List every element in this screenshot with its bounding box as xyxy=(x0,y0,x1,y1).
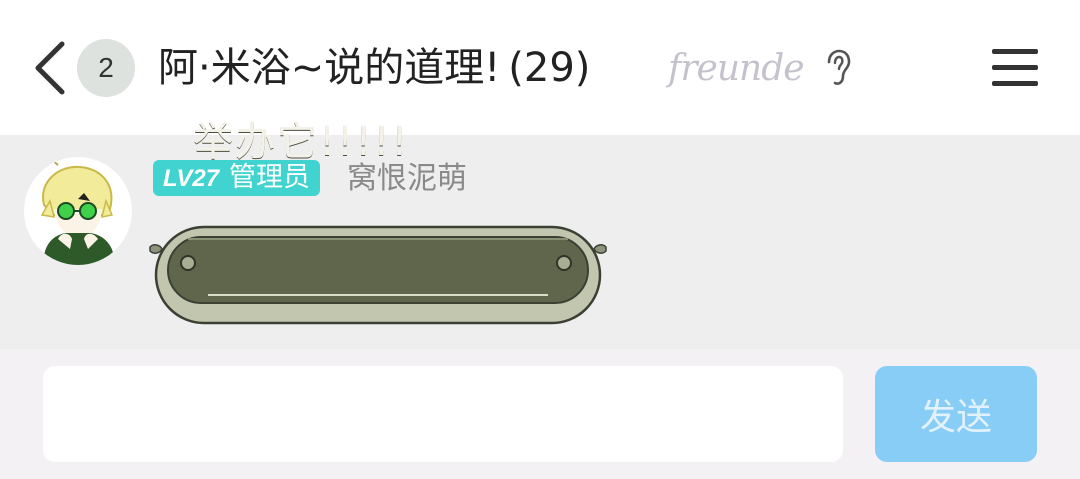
message-bubble[interactable] xyxy=(148,223,608,327)
send-button[interactable]: 发送 xyxy=(875,366,1037,462)
back-icon[interactable] xyxy=(30,38,70,98)
level-label: LV27 xyxy=(163,165,220,192)
ear-icon[interactable] xyxy=(822,48,854,88)
member-count: (29) xyxy=(508,45,591,91)
menu-icon[interactable] xyxy=(992,46,1038,88)
avatar-illustration xyxy=(40,157,115,265)
composer-bar: 发送 xyxy=(0,349,1080,479)
message-input[interactable] xyxy=(43,366,843,462)
avatar[interactable] xyxy=(24,157,132,265)
group-brand-logo: freunde xyxy=(668,48,805,89)
message-text: 举办它!!!!! xyxy=(193,119,410,165)
unread-count-badge[interactable]: 2 xyxy=(77,39,135,97)
chat-title: 阿·米浴~说的道理! (29) xyxy=(158,40,590,96)
group-name: 阿·米浴~说的道理! xyxy=(158,45,501,91)
chat-message-area[interactable]: LV27 管理员 窝恨泥萌 举办它!!!!! xyxy=(0,119,1080,349)
chat-header: 2 阿·米浴~说的道理! (29) freunde xyxy=(0,0,1080,135)
